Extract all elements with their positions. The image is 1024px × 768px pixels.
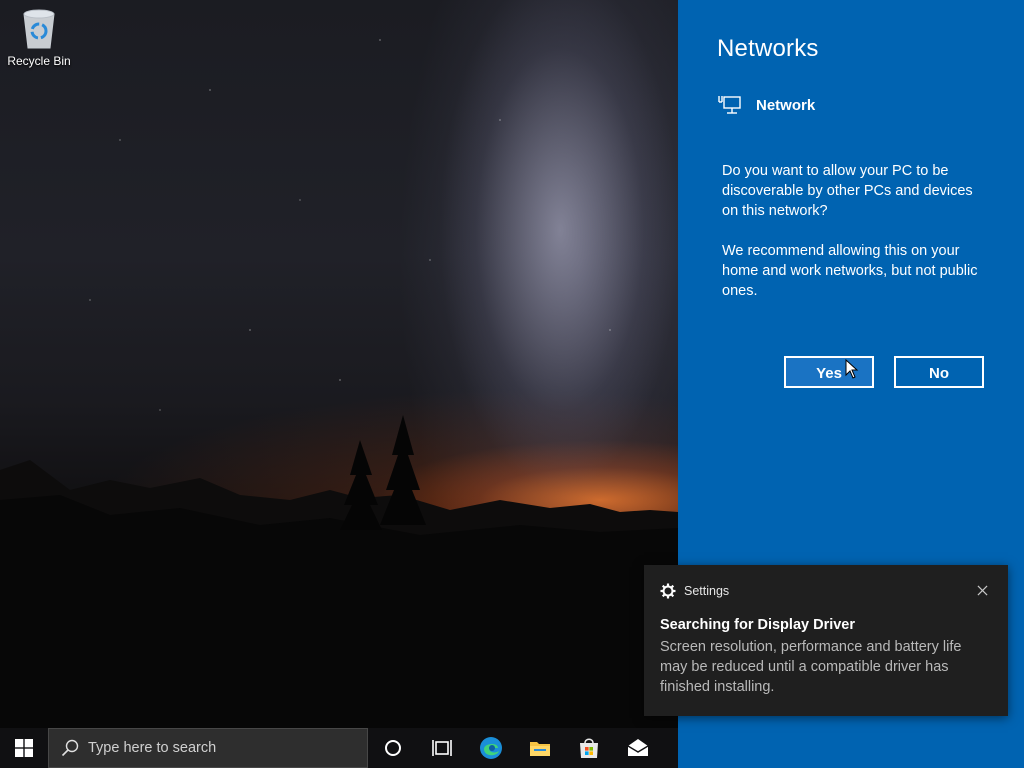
discoverable-question: Do you want to allow your PC to be disco… xyxy=(722,163,973,219)
discoverable-recommendation: We recommend allowing this on your home … xyxy=(722,243,978,299)
desktop-wallpaper xyxy=(0,0,678,728)
flyout-title: Networks xyxy=(717,35,819,62)
recycle-bin-shortcut[interactable]: Recycle Bin xyxy=(4,6,74,76)
search-icon xyxy=(61,739,79,757)
mail-button[interactable] xyxy=(613,728,662,768)
network-item[interactable]: Network xyxy=(718,94,815,116)
gear-icon xyxy=(660,583,676,599)
toast-body: Screen resolution, performance and batte… xyxy=(660,639,962,695)
toast-header: Settings xyxy=(660,583,729,599)
task-view-button[interactable] xyxy=(417,728,466,768)
recycle-bin-label: Recycle Bin xyxy=(7,54,71,68)
toast-title: Searching for Display Driver xyxy=(660,617,856,633)
file-explorer-button[interactable] xyxy=(515,728,564,768)
yes-button[interactable]: Yes xyxy=(784,356,874,388)
recycle-bin-icon xyxy=(23,9,55,49)
edge-taskbar-button[interactable] xyxy=(466,728,515,768)
edge-icon xyxy=(479,737,502,759)
task-view-icon xyxy=(431,740,452,756)
taskbar: Type here to search xyxy=(0,728,678,768)
toast-app-name: Settings xyxy=(684,584,730,598)
ethernet-icon xyxy=(718,96,741,114)
network-name: Network xyxy=(756,96,816,114)
windows-start-icon xyxy=(15,739,33,757)
taskbar-search-box[interactable]: Type here to search xyxy=(48,728,368,768)
start-button[interactable] xyxy=(0,728,48,768)
microsoft-store-icon xyxy=(579,738,598,758)
wallpaper-mountains xyxy=(0,415,678,728)
microsoft-store-button[interactable] xyxy=(564,728,613,768)
mail-icon xyxy=(627,739,648,756)
search-placeholder: Type here to search xyxy=(88,740,217,756)
settings-toast-notification[interactable]: Settings Searching for Display Driver Sc… xyxy=(644,565,1008,716)
cortana-icon xyxy=(384,740,401,756)
file-explorer-icon xyxy=(529,742,550,756)
cortana-button[interactable] xyxy=(368,728,417,768)
mouse-cursor-icon xyxy=(845,359,859,379)
no-button[interactable]: No xyxy=(894,356,984,388)
close-icon[interactable] xyxy=(974,582,990,598)
